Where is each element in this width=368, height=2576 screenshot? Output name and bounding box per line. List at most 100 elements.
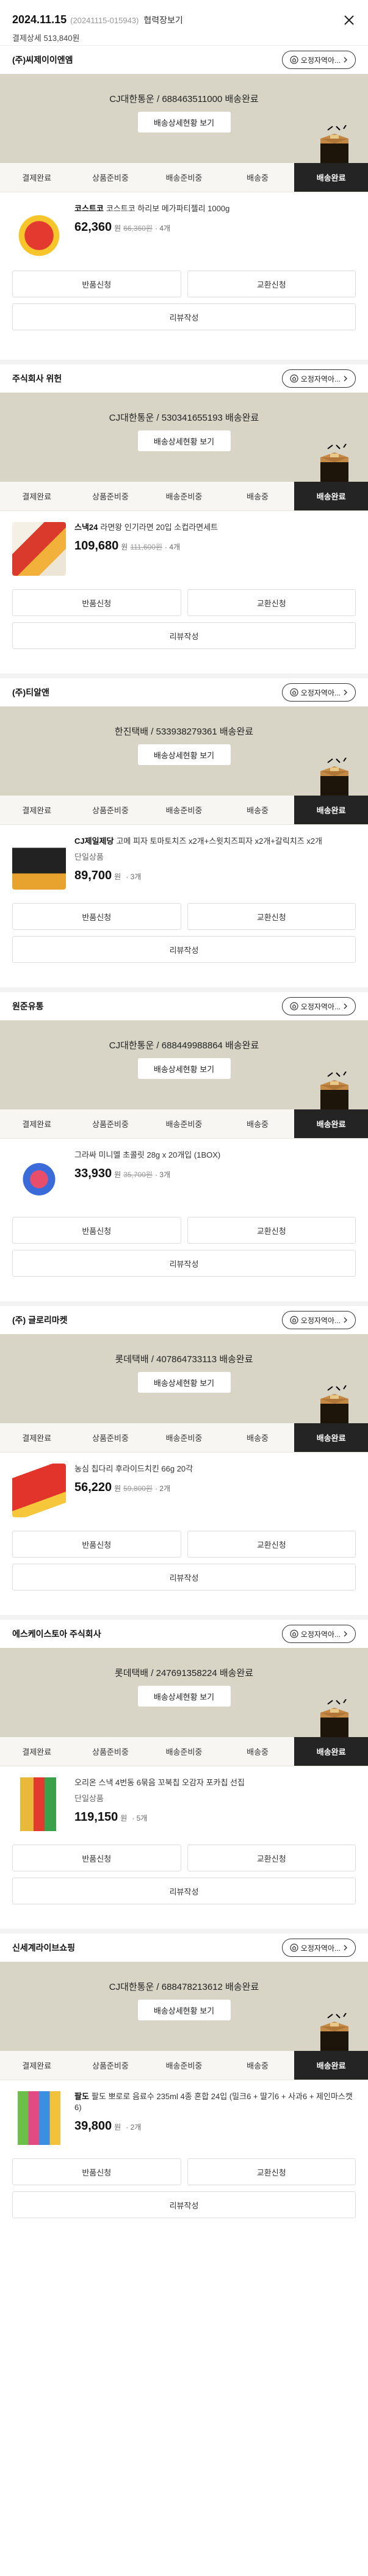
write-review-button[interactable]: 리뷰작성: [12, 303, 356, 330]
seller-section: (주)씨제이이엔엠 오정자역아... CJ대한통운 / 688463511000…: [0, 46, 368, 360]
product-brand: CJ제일제당: [74, 836, 114, 846]
shop-button[interactable]: 오정자역아...: [281, 1939, 356, 1957]
product-image[interactable]: [12, 1464, 66, 1517]
seller-header: (주)티알앤 오정자역아...: [0, 678, 368, 706]
order-actions: 반품신청 교환신청 리뷰작성: [0, 894, 368, 963]
return-request-button[interactable]: 반품신청: [12, 903, 181, 930]
product-image[interactable]: [12, 522, 66, 576]
step-preparing-shipment: 배송준비중: [165, 1120, 203, 1129]
product-info: 오리온 스낵 4번동 6묶음 꼬북칩 오감자 포카칩 선집 단일상품 119,1…: [74, 1777, 356, 1836]
return-request-button[interactable]: 반품신청: [12, 1531, 181, 1558]
write-review-button[interactable]: 리뷰작성: [12, 1564, 356, 1591]
order-detail-link[interactable]: 협력장보기: [143, 14, 182, 26]
order-actions: 반품신청 교환신청 리뷰작성: [0, 1208, 368, 1277]
delivery-box-icon: [320, 1385, 348, 1423]
product-image[interactable]: [12, 1150, 66, 1203]
original-price: 59,800원: [123, 1484, 153, 1493]
product-item[interactable]: 그라싸 미니멜 초콜릿 28g x 20개입 (1BOX) 33,930 원 3…: [0, 1139, 368, 1208]
product-price: 89,700: [74, 869, 112, 882]
product-item[interactable]: 팔도 팔도 뽀로로 음료수 235ml 4종 혼합 24입 (밀크6 + 딸기6 …: [0, 2080, 368, 2150]
product-name[interactable]: 코스트코 하리보 메가파티젤리 1000g: [106, 204, 229, 213]
seller-header: (주) 글로리마켓 오정자역아...: [0, 1306, 368, 1334]
shop-button[interactable]: 오정자역아...: [281, 1311, 356, 1329]
shop-button[interactable]: 오정자역아...: [281, 1625, 356, 1643]
step-preparing-product: 상품준비중: [92, 806, 129, 815]
product-item[interactable]: 농심 칩다리 후라이드치킨 66g 20각 56,220 원 59,800원 ·…: [0, 1453, 368, 1522]
chevron-right-icon: [344, 57, 347, 63]
product-item[interactable]: 코스트코 코스트코 하리보 메가파티젤리 1000g 62,360 원 66,36…: [0, 192, 368, 262]
step-preparing-product: 상품준비중: [92, 1120, 129, 1129]
price-row: 56,220 원 59,800원 · 2개: [74, 1481, 356, 1494]
write-review-button[interactable]: 리뷰작성: [12, 622, 356, 649]
product-option: 단일상품: [74, 852, 104, 862]
tracking-detail-button[interactable]: 배송상세현황 보기: [137, 2000, 231, 2020]
exchange-request-button[interactable]: 교환신청: [187, 1531, 356, 1558]
exchange-request-button[interactable]: 교환신청: [187, 903, 356, 930]
tracking-panel: CJ대한통운 / 688463511000 배송완료 배송상세현황 보기: [0, 74, 368, 163]
order-number: (20241115-015943): [70, 16, 139, 25]
product-price: 39,800: [74, 2119, 112, 2133]
step-payment-complete: 결제완료: [22, 173, 52, 183]
product-price: 109,680: [74, 539, 119, 553]
product-quantity: · 4개: [154, 224, 171, 233]
exchange-request-button[interactable]: 교환신청: [187, 589, 356, 616]
home-icon: [290, 1002, 298, 1010]
exchange-request-button[interactable]: 교환신청: [187, 2158, 356, 2185]
product-name[interactable]: 팔도 뽀로로 음료수 235ml 4종 혼합 24입 (밀크6 + 딸기6 + …: [74, 2092, 353, 2112]
product-brand: 코스트코: [74, 204, 104, 213]
product-item[interactable]: CJ제일제당 고메 피자 토마토치즈 x2개+스윗치즈피자 x2개+갈릭치즈 x2…: [0, 825, 368, 894]
shop-button[interactable]: 오정자역아...: [281, 369, 356, 388]
write-review-button[interactable]: 리뷰작성: [12, 1250, 356, 1277]
tracking-detail-button[interactable]: 배송상세현황 보기: [137, 1686, 231, 1707]
shop-button-label: 오정자역아...: [300, 1316, 341, 1325]
product-name[interactable]: 그라싸 미니멜 초콜릿 28g x 20개입 (1BOX): [74, 1150, 220, 1159]
step-preparing-shipment: 배송준비중: [165, 2061, 203, 2070]
product-name[interactable]: 오리온 스낵 4번동 6묶음 꼬북칩 오감자 포카칩 선집: [74, 1778, 245, 1787]
exchange-request-button[interactable]: 교환신청: [187, 1845, 356, 1871]
product-image[interactable]: [12, 2091, 66, 2145]
product-item[interactable]: 스낵24 라면왕 인기라면 20입 소컵라면세트 109,680 원 111,60…: [0, 511, 368, 581]
tracking-panel: 롯데택배 / 247691358224 배송완료 배송상세현황 보기: [0, 1648, 368, 1737]
tracking-detail-button[interactable]: 배송상세현황 보기: [137, 1058, 231, 1079]
write-review-button[interactable]: 리뷰작성: [12, 2191, 356, 2218]
exchange-request-button[interactable]: 교환신청: [187, 1217, 356, 1244]
step-preparing-product: 상품준비중: [92, 2061, 129, 2070]
product-quantity: · 4개: [164, 543, 181, 551]
seller-name: 에스케이스토아 주식회사: [12, 1629, 101, 1639]
tracking-status: 한진택배 / 533938279361 배송완료: [114, 727, 254, 737]
tracking-detail-button[interactable]: 배송상세현황 보기: [137, 112, 231, 132]
shop-button[interactable]: 오정자역아...: [281, 51, 356, 69]
seller-name: 주식회사 위헌: [12, 374, 62, 383]
return-request-button[interactable]: 반품신청: [12, 270, 181, 297]
order-header: 2024.11.15 (20241115-015943) 협력장보기 결제상세 …: [0, 0, 368, 46]
product-info: 농심 칩다리 후라이드치킨 66g 20각 56,220 원 59,800원 ·…: [74, 1464, 356, 1522]
return-request-button[interactable]: 반품신청: [12, 2158, 181, 2185]
seller-name: 원준유통: [12, 1001, 44, 1011]
tracking-detail-button[interactable]: 배송상세현황 보기: [137, 744, 231, 765]
seller-section: 주식회사 위헌 오정자역아... CJ대한통운 / 530341655193 배…: [0, 360, 368, 673]
product-name[interactable]: 농심 칩다리 후라이드치킨 66g 20각: [74, 1464, 193, 1473]
product-item[interactable]: 오리온 스낵 4번동 6묶음 꼬북칩 오감자 포카칩 선집 단일상품 119,1…: [0, 1766, 368, 1836]
currency-unit: 원: [120, 1814, 128, 1823]
write-review-button[interactable]: 리뷰작성: [12, 936, 356, 963]
product-name[interactable]: 고메 피자 토마토치즈 x2개+스윗치즈피자 x2개+갈릭치즈 x2개: [116, 836, 322, 846]
step-in-transit: 배송중: [247, 806, 269, 815]
shop-button[interactable]: 오정자역아...: [281, 997, 356, 1015]
close-icon[interactable]: [342, 13, 356, 27]
tracking-status: CJ대한통운 / 688449988864 배송완료: [109, 1040, 259, 1051]
product-brand: 스낵24: [74, 523, 98, 532]
product-image[interactable]: [12, 836, 66, 890]
return-request-button[interactable]: 반품신청: [12, 1217, 181, 1244]
product-image[interactable]: [12, 203, 66, 257]
return-request-button[interactable]: 반품신청: [12, 589, 181, 616]
chevron-right-icon: [344, 1317, 347, 1323]
product-name[interactable]: 라면왕 인기라면 20입 소컵라면세트: [100, 523, 218, 532]
product-image[interactable]: [12, 1777, 66, 1831]
seller-header: (주)씨제이이엔엠 오정자역아...: [0, 46, 368, 74]
write-review-button[interactable]: 리뷰작성: [12, 1878, 356, 1904]
tracking-detail-button[interactable]: 배송상세현황 보기: [137, 430, 231, 451]
tracking-detail-button[interactable]: 배송상세현황 보기: [137, 1372, 231, 1393]
shop-button[interactable]: 오정자역아...: [281, 683, 356, 702]
exchange-request-button[interactable]: 교환신청: [187, 270, 356, 297]
return-request-button[interactable]: 반품신청: [12, 1845, 181, 1871]
